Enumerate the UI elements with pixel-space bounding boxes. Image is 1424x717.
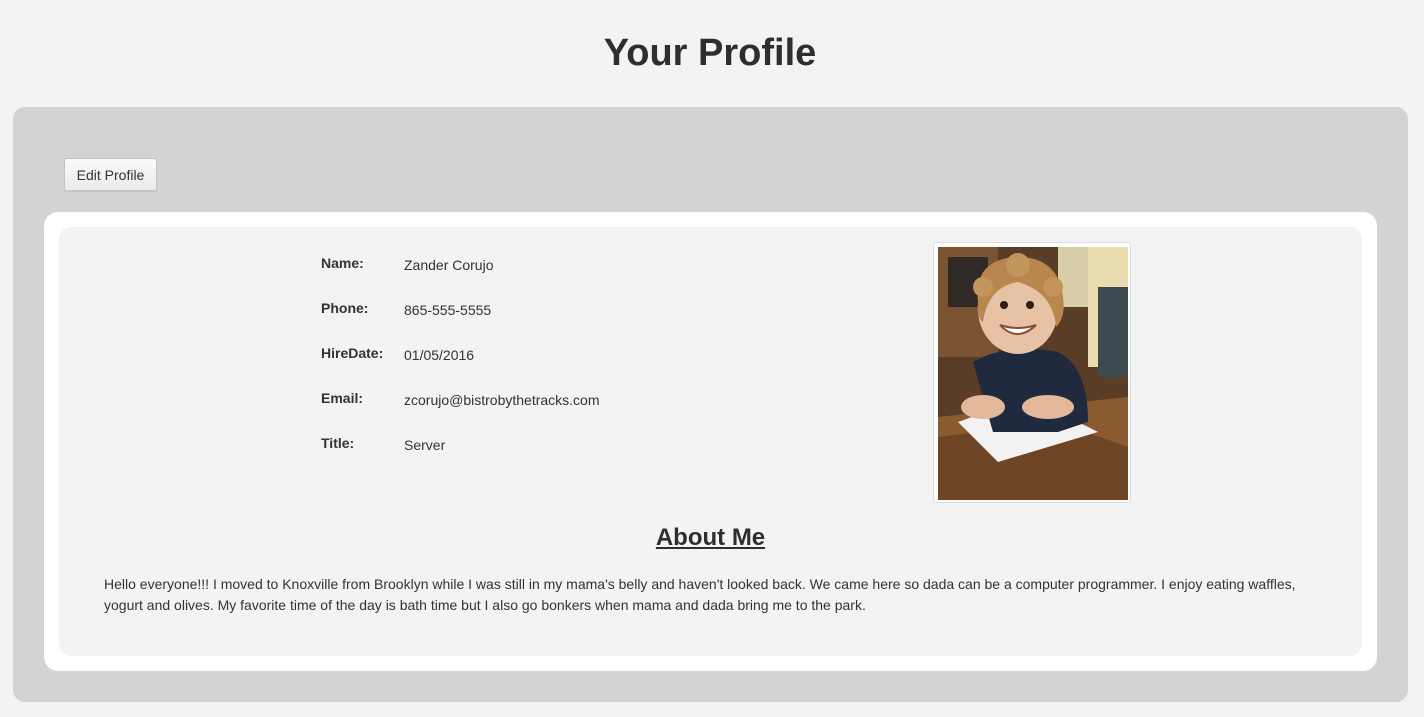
field-value: zcorujo@bistrobythetracks.com [404, 392, 600, 408]
profile-photo-image [938, 247, 1128, 500]
about-me-text: Hello everyone!!! I moved to Knoxville f… [104, 576, 1296, 613]
field-value: Server [404, 437, 446, 453]
profile-card-body: Name: Zander Corujo Phone: 865-555-5555 … [59, 227, 1362, 656]
profile-card: Name: Zander Corujo Phone: 865-555-5555 … [44, 212, 1377, 671]
field-label: Name: [321, 255, 364, 271]
profile-panel: Edit Profile Name: Zander Corujo Phone: … [13, 107, 1408, 702]
field-label: HireDate: [321, 345, 384, 361]
field-label: Phone: [321, 300, 369, 316]
profile-photo-frame [933, 242, 1131, 503]
profile-page: Your Profile Edit Profile Name: Zander C… [0, 0, 1424, 717]
page-title: Your Profile [603, 32, 817, 74]
field-label: Email: [321, 390, 364, 406]
field-label: Title: [321, 435, 355, 451]
profile-photo [938, 247, 1128, 500]
edit-profile-button[interactable]: Edit Profile [64, 158, 157, 191]
field-value: 865-555-5555 [404, 302, 492, 318]
field-value: Zander Corujo [404, 257, 494, 273]
about-me-heading: About Me [655, 524, 766, 551]
field-value: 01/05/2016 [404, 347, 475, 363]
